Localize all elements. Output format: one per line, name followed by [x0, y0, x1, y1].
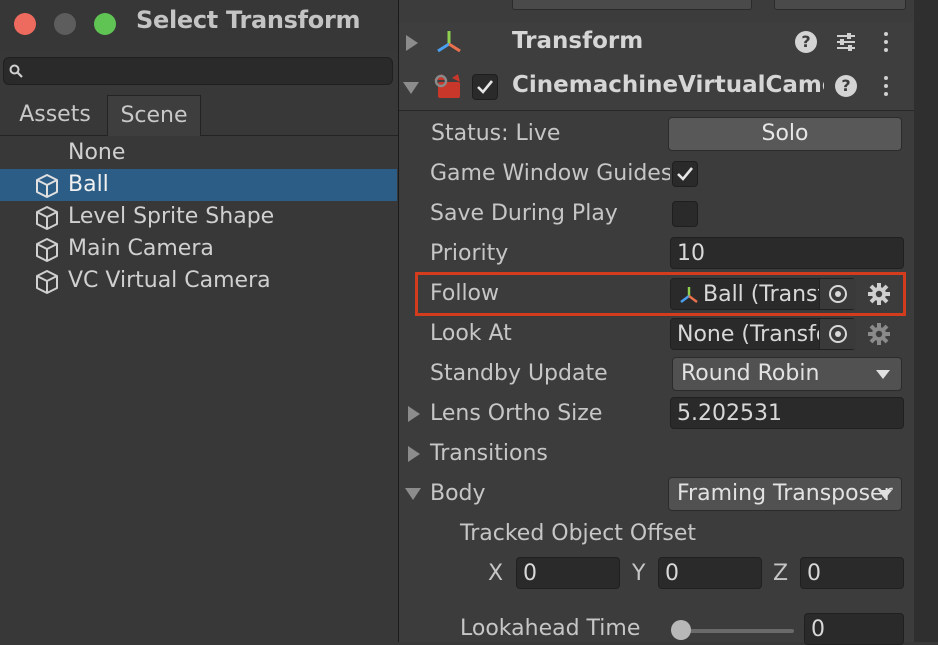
gameobject-cube-icon: [36, 238, 58, 262]
foldout-collapsed-icon[interactable]: [408, 406, 420, 422]
settings-gear-icon[interactable]: [867, 322, 891, 346]
transform-title: Transform: [512, 28, 644, 54]
lookahead-time-label: Lookahead Time: [460, 616, 641, 641]
lens-ortho-size-label: Lens Ortho Size: [430, 401, 603, 426]
component-menu-icon[interactable]: [884, 76, 888, 100]
offset-x-label[interactable]: X: [488, 561, 503, 586]
offset-y-field[interactable]: 0: [658, 557, 762, 589]
checkmark-icon: [677, 167, 694, 181]
list-item-label: VC Virtual Camera: [68, 268, 271, 293]
list-item-label: Main Camera: [68, 236, 214, 261]
body-label: Body: [430, 481, 486, 506]
foldout-expanded-icon[interactable]: [403, 82, 419, 94]
minimize-window-button[interactable]: [54, 13, 76, 35]
offset-y-label[interactable]: Y: [632, 561, 645, 586]
standby-update-value: Round Robin: [681, 361, 820, 386]
lookahead-time-field[interactable]: 0: [804, 613, 904, 645]
list-item-main-camera[interactable]: Main Camera: [0, 233, 397, 265]
lookahead-time-slider-handle[interactable]: [671, 620, 691, 640]
list-item-label: None: [68, 140, 126, 165]
list-item-level-sprite-shape[interactable]: Level Sprite Shape: [0, 201, 397, 233]
cinemachine-camera-icon: [434, 74, 460, 98]
list-item-ball[interactable]: Ball: [0, 169, 397, 201]
lens-ortho-size-field[interactable]: 5.202531: [670, 397, 904, 429]
component-menu-icon[interactable]: [884, 32, 888, 56]
presets-icon[interactable]: [834, 30, 858, 54]
object-picker-icon: [829, 325, 847, 343]
save-during-play-label: Save During Play: [430, 201, 618, 226]
top-field-partial[interactable]: [512, 0, 752, 10]
follow-highlight-box: [415, 272, 906, 316]
standby-update-dropdown[interactable]: Round Robin: [672, 357, 902, 391]
offset-x-field[interactable]: 0: [516, 557, 620, 589]
foldout-expanded-icon[interactable]: [405, 488, 421, 500]
priority-field[interactable]: 10: [670, 237, 904, 269]
search-icon: [9, 64, 23, 78]
list-item-vc-virtual-camera[interactable]: VC Virtual Camera: [0, 265, 397, 297]
gameobject-cube-icon: [36, 206, 58, 230]
game-window-guides-checkbox[interactable]: [672, 161, 698, 187]
list-item-label: Level Sprite Shape: [68, 204, 275, 229]
transitions-label[interactable]: Transitions: [430, 441, 548, 466]
priority-label: Priority: [430, 241, 509, 266]
look-at-object-picker[interactable]: [819, 319, 856, 349]
game-window-guides-label: Game Window Guides: [430, 161, 670, 186]
close-window-button[interactable]: [14, 13, 36, 35]
inspector-scrollbar[interactable]: [914, 0, 938, 642]
foldout-collapsed-icon[interactable]: [406, 35, 418, 51]
help-icon[interactable]: ?: [795, 31, 817, 53]
help-icon[interactable]: ?: [835, 75, 857, 97]
checkmark-icon: [477, 80, 494, 94]
dropdown-arrow-icon: [876, 370, 890, 379]
top-button-partial[interactable]: [774, 0, 906, 10]
lookahead-time-slider-track[interactable]: [680, 629, 794, 633]
dropdown-arrow-icon: [878, 490, 892, 499]
search-input[interactable]: [3, 57, 393, 85]
body-dropdown[interactable]: Framing Transposer: [668, 477, 902, 511]
list-item-label: Ball: [68, 172, 109, 197]
cinemachine-title: CinemachineVirtualCamera: [512, 72, 824, 98]
list-item-none[interactable]: None: [0, 137, 397, 169]
transform-icon: [437, 31, 461, 53]
status-label: Status: Live: [431, 121, 561, 146]
tab-scene[interactable]: Scene: [107, 95, 201, 136]
maximize-window-button[interactable]: [94, 13, 116, 35]
standby-update-label: Standby Update: [430, 361, 608, 386]
window-title: Select Transform: [136, 6, 361, 34]
component-enabled-checkbox[interactable]: [472, 74, 498, 100]
offset-z-field[interactable]: 0: [800, 557, 904, 589]
body-value: Framing Transposer: [677, 481, 893, 506]
gameobject-cube-icon: [36, 270, 58, 294]
tracked-object-offset-label: Tracked Object Offset: [460, 521, 697, 546]
offset-z-label[interactable]: Z: [773, 561, 788, 586]
look-at-label: Look At: [430, 321, 512, 346]
save-during-play-checkbox[interactable]: [672, 201, 698, 227]
foldout-collapsed-icon[interactable]: [408, 446, 420, 462]
solo-button[interactable]: Solo: [668, 117, 902, 151]
gameobject-cube-icon: [36, 174, 58, 198]
tab-assets[interactable]: Assets: [6, 95, 104, 135]
